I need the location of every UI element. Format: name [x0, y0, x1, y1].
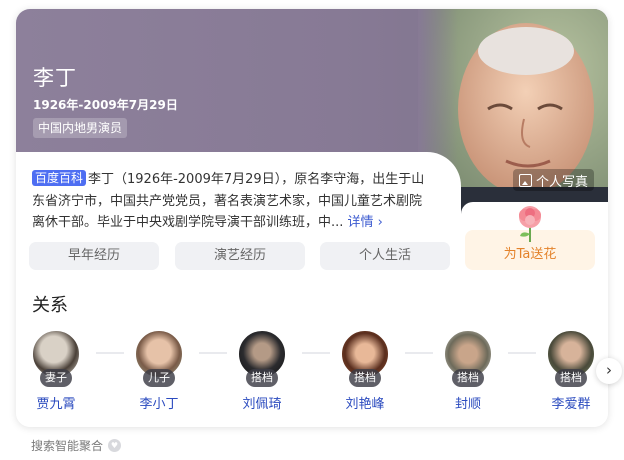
avatar: 搭档	[340, 329, 390, 387]
occupation-tag: 中国内地男演员	[33, 118, 128, 138]
avatar: 搭档	[443, 329, 493, 387]
avatar: 妻子	[31, 329, 81, 387]
relation-role: 搭档	[555, 369, 587, 387]
relation-name: 刘艳峰	[345, 397, 385, 412]
relation-name: 贾九霄	[36, 397, 76, 412]
relation-role: 妻子	[40, 369, 72, 387]
relations-title: 关系	[32, 295, 68, 316]
baike-badge[interactable]: 百度百科	[32, 170, 87, 186]
relation-name: 李爱群	[551, 397, 591, 412]
chevron-right-icon[interactable]: ›	[596, 358, 622, 384]
relation-role: 搭档	[246, 369, 278, 387]
relation-role: 搭档	[349, 369, 381, 387]
details-link[interactable]: 详情 ›	[348, 215, 383, 230]
relation-name: 封顺	[454, 397, 481, 412]
footer: 搜索智能聚合 ♥	[31, 437, 122, 454]
avatar: 搭档	[546, 329, 596, 387]
relation-item[interactable]: 妻子 贾九霄	[16, 329, 101, 412]
relation-role: 搭档	[452, 369, 484, 387]
person-dates: 1926年-2009年7月29日	[33, 98, 178, 112]
personal-photos-label: 个人写真	[536, 174, 589, 190]
relations-list: 妻子 贾九霄 儿子 李小丁 搭档 刘佩琦 搭档 刘艳峰 搭档 封顺 搭档 李爱群	[16, 329, 608, 419]
relation-item[interactable]: 搭档 刘佩琦	[217, 329, 307, 412]
summary-text: 百度百科 李丁（1926年-2009年7月29日），原名李守海，出生于山东省济宁市…	[32, 169, 428, 234]
tab-early-life[interactable]: 早年经历	[29, 242, 159, 270]
personal-photos-button[interactable]: 个人写真	[513, 169, 595, 191]
heart-icon[interactable]: ♥	[108, 439, 122, 452]
person-card: 李丁 1926年-2009年7月29日 中国内地男演员 个人写真 百度百科 李丁（…	[16, 9, 608, 427]
avatar: 儿子	[134, 329, 184, 387]
relation-item[interactable]: 搭档 刘艳峰	[320, 329, 410, 412]
relation-item[interactable]: 搭档 封顺	[423, 329, 513, 412]
relation-name: 刘佩琦	[242, 397, 282, 412]
footer-label: 搜索智能聚合	[31, 439, 104, 453]
relation-role: 儿子	[143, 369, 175, 387]
send-flower-label: 为Ta送花	[503, 247, 557, 262]
relation-item[interactable]: 儿子 李小丁	[114, 329, 204, 412]
rose-icon	[513, 204, 547, 244]
tab-acting-career[interactable]: 演艺经历	[175, 242, 305, 270]
person-name: 李丁	[33, 66, 77, 90]
avatar: 搭档	[237, 329, 287, 387]
send-flower-button[interactable]: 为Ta送花	[465, 206, 595, 270]
relation-name: 李小丁	[139, 397, 179, 412]
tab-personal-life[interactable]: 个人生活	[320, 242, 450, 270]
photo-icon	[519, 173, 532, 187]
